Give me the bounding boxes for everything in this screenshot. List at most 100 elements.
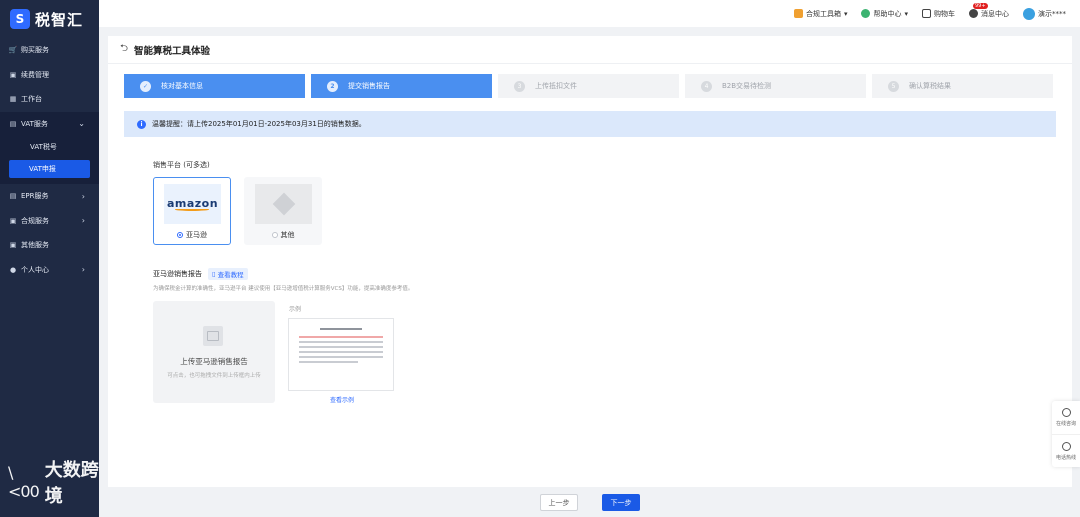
report-section-title: 亚马逊销售报告 ▯ 查看教程 [153,268,248,280]
cart-label: 购物车 [934,9,955,18]
view-example-link[interactable]: 查看示例 [330,395,354,404]
chevron-right-icon: › [81,216,85,226]
radio-checked-icon [177,232,183,238]
sidebar-item-vat[interactable]: ▤ VAT服务 ⌄ [0,112,99,137]
brand-logo[interactable]: S 税智汇 [0,0,99,38]
user-icon: ● [9,265,17,274]
watermark: \<00 大数跨境 [8,456,99,508]
sidebar-item-label: EPR服务 [21,192,49,201]
step-number: 4 [701,80,712,92]
tools-menu[interactable]: 合规工具箱 ▾ [793,9,848,19]
messages-label: 消息中心 [981,9,1009,18]
radio-unchecked-icon [271,232,278,238]
sidebar-subitem-vat-filing[interactable]: VAT申报 [9,160,90,178]
platform-radio[interactable]: 其他 [245,230,321,240]
sidebar-item-other[interactable]: ▣ 其他服务 [0,233,99,258]
brand-mark-icon: S [10,9,30,29]
chevron-down-icon: ⌄ [78,119,85,129]
step-5: 5 确认算税结果 [872,74,1053,98]
sidebar-item-label: 其他服务 [21,241,49,250]
platform-option-other[interactable]: 其他 [244,177,322,245]
phone-hotline-label: 电话热线 [1055,454,1076,461]
upload-icon [203,326,223,346]
help-menu[interactable]: 帮助中心 ▾ [861,9,908,19]
sidebar-item-label: VAT服务 [21,119,48,128]
cart-icon [922,9,931,18]
step-label: 提交销售报告 [348,82,390,90]
calendar-icon: ▣ [9,70,17,79]
messages-link[interactable]: 99+ 消息中心 [969,2,1009,19]
sidebar-item-workbench[interactable]: ▦ 工作台 [0,87,99,112]
sidebar-item-label: 续费管理 [21,70,49,79]
caret-down-icon: ▾ [904,9,908,18]
sidebar-item-buy[interactable]: 🛒 购买服务 [0,38,99,63]
next-step-button[interactable]: 下一步 [602,494,640,511]
message-count-badge: 99+ [973,2,988,9]
help-icon [861,9,871,18]
step-number: 2 [327,80,338,92]
phone-icon [1061,441,1071,451]
other-service-icon: ▣ [9,241,17,250]
example-label: 示例 [289,306,302,313]
platform-name: 其他 [280,231,295,239]
step-label: 核对基本信息 [161,82,203,90]
watermark-text: 大数跨境 [44,460,99,507]
vat-icon: ▤ [9,119,17,128]
amazon-logo: amazon [164,184,221,224]
step-2: 2 提交销售报告 [311,74,492,98]
step-1: ✓ 核对基本信息 [124,74,305,98]
platform-radio[interactable]: 亚马逊 [154,230,230,240]
sidebar-subitem-vat-number[interactable]: VAT税号 [0,136,99,158]
brand-name: 税智汇 [35,10,84,29]
toolbox-icon [793,9,803,18]
other-platform-logo [255,184,312,224]
tools-label: 合规工具箱 [805,9,841,18]
online-chat-button[interactable]: 在线咨询 [1052,401,1080,434]
caret-down-icon: ▾ [843,9,848,18]
reminder-banner: i 温馨提醒：请上传2025年01月01日-2025年03月31日的销售数据。 [124,111,1056,137]
avatar [1023,7,1035,20]
example-thumbnail[interactable] [288,318,394,391]
chat-icon [1061,408,1071,417]
report-description: 为确保税金计算的准确性，亚马逊平台 建议使用【亚马逊增值税计算服务VCS】功能，… [153,286,414,292]
tutorial-label: 查看教程 [217,271,244,279]
phone-hotline-button[interactable]: 电话热线 [1052,434,1080,467]
upload-dropzone[interactable]: 上传亚马逊销售报告 可点击，也可拖拽文件到上传框内上传 [153,301,275,403]
bell-icon [969,9,978,18]
sidebar-group-vat: ▤ VAT服务 ⌄ VAT税号 VAT申报 [0,111,99,184]
online-chat-label: 在线咨询 [1055,421,1076,427]
topbar: 合规工具箱 ▾ 帮助中心 ▾ 购物车 99+ 消息中心 演示**** [99,0,1080,27]
user-name: 演示**** [1038,9,1066,18]
sidebar-item-compliance[interactable]: ▣ 合规服务 › [0,209,99,234]
back-icon[interactable]: ⮌ [120,41,128,58]
platform-label: 销售平台 (可多选) [153,161,210,169]
user-menu[interactable]: 演示**** [1023,7,1066,20]
step-label: B2B交易待检测 [722,82,772,90]
report-title: 亚马逊销售报告 [153,270,202,278]
sidebar-item-label: 购买服务 [21,46,49,55]
cart-icon: 🛒 [8,46,18,55]
sidebar-item-profile[interactable]: ● 个人中心 › [0,258,99,283]
sidebar-item-label: 工作台 [21,95,42,104]
chevron-right-icon: › [81,265,85,275]
sidebar-item-label: 个人中心 [21,265,49,274]
upload-label: 上传亚马逊销售报告 [180,357,248,366]
prev-step-button[interactable]: 上一步 [540,494,578,511]
platform-name: 亚马逊 [186,231,207,239]
page-header: ⮌ 智能算税工具体验 [108,36,1072,64]
main-card: ⮌ 智能算税工具体验 ✓ 核对基本信息 2 提交销售报告 3 上传抵扣文件 4 … [108,36,1072,487]
grid-icon: ▦ [9,95,17,104]
compliance-icon: ▣ [9,216,17,225]
sidebar-item-epr[interactable]: ▤ EPR服务 › [0,184,99,209]
step-label: 确认算税结果 [909,82,951,90]
floating-support-panel: 在线咨询 电话热线 [1052,401,1080,467]
cube-icon [272,192,295,216]
reminder-text: 温馨提醒：请上传2025年01月01日-2025年03月31日的销售数据。 [152,120,366,128]
upload-hint: 可点击，也可拖拽文件到上传框内上传 [167,373,261,379]
sidebar-item-renewal[interactable]: ▣ 续费管理 [0,63,99,88]
chevron-right-icon: › [81,191,85,201]
tutorial-link[interactable]: ▯ 查看教程 [208,268,248,280]
cart-link[interactable]: 购物车 [922,9,955,19]
amazon-logo-text: amazon [166,197,219,210]
platform-option-amazon[interactable]: amazon 亚马逊 [153,177,231,245]
